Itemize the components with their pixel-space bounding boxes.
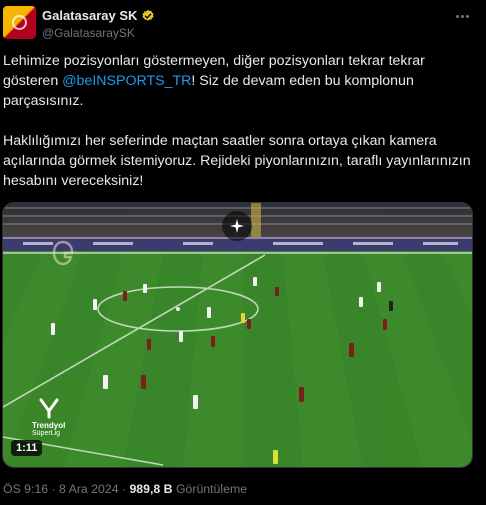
tweet-header: Galatasaray SK @GalatasaraySK bbox=[0, 0, 486, 48]
avatar[interactable] bbox=[3, 6, 36, 39]
mention-link[interactable]: @beINSPORTS_TR bbox=[62, 73, 191, 89]
watermark-line2: SüperLig bbox=[32, 430, 61, 437]
video-duration-badge: 1:11 bbox=[11, 440, 43, 456]
views-label: Görüntüleme bbox=[172, 482, 248, 496]
more-options-icon[interactable] bbox=[452, 9, 472, 23]
watermark-line1: Trendyol bbox=[32, 421, 66, 430]
sparkle-icon[interactable] bbox=[222, 211, 252, 241]
handle[interactable]: @GalatasaraySK bbox=[42, 26, 135, 40]
tweet-paragraph-2: Haklılığımızı her seferinde maçtan saatl… bbox=[3, 133, 471, 189]
tweet-paragraph-1: Lehimize pozisyonları göstermeyen, diğer… bbox=[3, 51, 473, 111]
view-count[interactable]: 989,8 B bbox=[129, 482, 172, 496]
timestamp-link[interactable]: ÖS 9:16 · 8 Ara 2024 · bbox=[3, 482, 129, 496]
author-name-row[interactable]: Galatasaray SK bbox=[42, 8, 155, 23]
tweet-text: Lehimize pozisyonları göstermeyen, diğer… bbox=[3, 51, 473, 191]
verified-badge-icon bbox=[142, 9, 155, 21]
tweet-meta: ÖS 9:16 · 8 Ara 2024 · 989,8 B Görüntüle… bbox=[3, 482, 247, 496]
display-name[interactable]: Galatasaray SK bbox=[42, 8, 137, 23]
galatasaray-crest-logo bbox=[52, 240, 74, 266]
superlig-logo-icon bbox=[39, 398, 59, 419]
